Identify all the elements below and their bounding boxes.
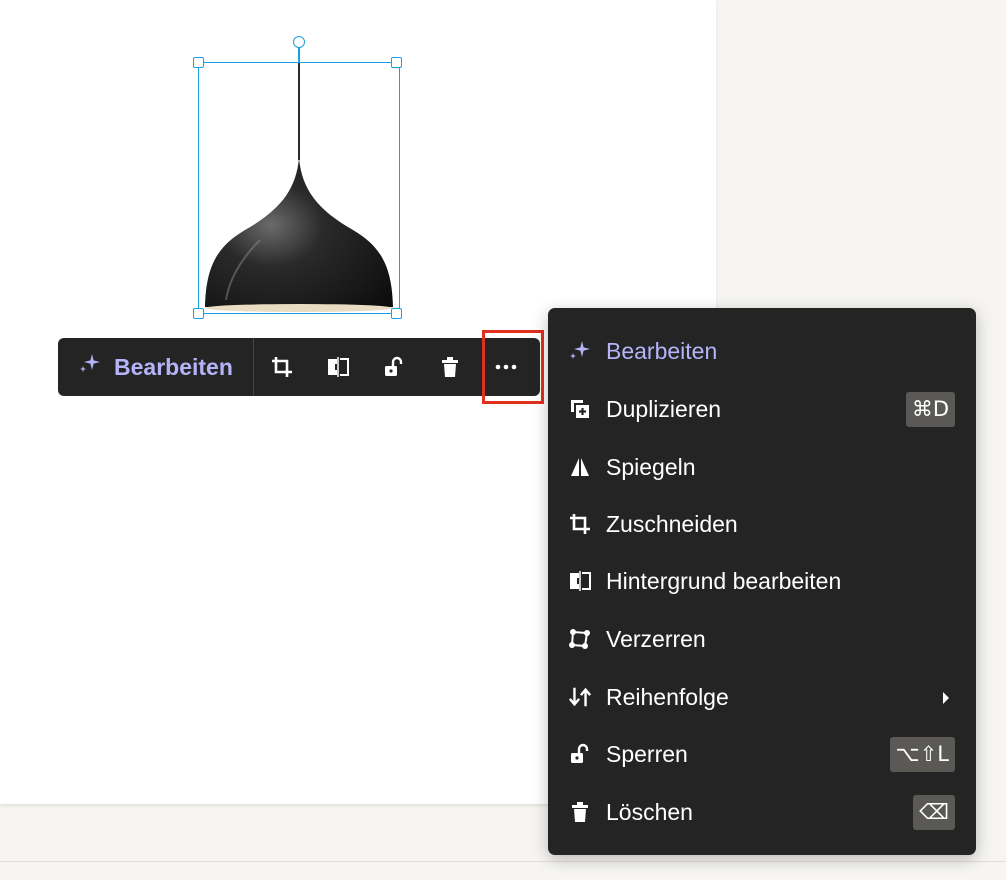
menu-item-order[interactable]: Reihenfolge (548, 675, 976, 719)
menu-item-label: Löschen (606, 798, 693, 825)
distort-icon (568, 627, 592, 651)
menu-item-label: Duplizieren (606, 395, 722, 422)
edit-button[interactable]: Bearbeiten (58, 338, 253, 396)
sparkle-icon (78, 352, 102, 382)
menu-item-delete[interactable]: Löschen ⌫ (548, 790, 976, 834)
menu-item-label: Reihenfolge (606, 683, 729, 710)
selection-box (198, 62, 400, 314)
menu-item-label: Spiegeln (606, 453, 696, 480)
flip-icon (568, 455, 592, 479)
order-icon (568, 685, 592, 709)
highlight-box (482, 330, 544, 404)
menu-item-crop[interactable]: Zuschneiden (548, 502, 976, 546)
lock-icon (568, 742, 592, 766)
crop-icon (271, 357, 292, 377)
remove-background-icon (568, 569, 592, 593)
remove-background-icon (327, 357, 349, 377)
menu-item-label: Sperren (606, 740, 688, 767)
rotate-handle[interactable] (293, 36, 305, 48)
divider (0, 861, 1006, 862)
trash-icon (568, 800, 592, 824)
lock-icon (384, 356, 403, 376)
duplicate-icon (568, 397, 592, 421)
menu-item-edit[interactable]: Bearbeiten (548, 329, 976, 373)
crop-button[interactable] (254, 338, 310, 396)
menu-item-duplicate[interactable]: Duplizieren ⌘D (548, 387, 976, 431)
context-menu: Bearbeiten Duplizieren ⌘D Spiegeln Zusch… (548, 308, 976, 855)
resize-handle-top-right[interactable] (391, 57, 402, 68)
shortcut-badge: ⌘D (905, 391, 955, 427)
resize-handle-bottom-left[interactable] (193, 308, 204, 319)
menu-item-distort[interactable]: Verzerren (548, 617, 976, 661)
lock-button[interactable] (366, 338, 422, 396)
menu-item-label: Zuschneiden (606, 510, 738, 537)
chevron-right-icon (942, 684, 950, 711)
menu-item-label: Hintergrund bearbeiten (606, 567, 842, 594)
menu-item-label: Bearbeiten (606, 337, 718, 364)
resize-handle-top-left[interactable] (193, 57, 204, 68)
menu-item-edit-background[interactable]: Hintergrund bearbeiten (548, 559, 976, 603)
menu-item-flip[interactable]: Spiegeln (548, 445, 976, 489)
edit-button-label: Bearbeiten (114, 353, 233, 380)
delete-button[interactable] (422, 338, 478, 396)
shortcut-badge: ⌥⇧L (889, 736, 955, 772)
crop-icon (568, 512, 592, 536)
remove-background-button[interactable] (310, 338, 366, 396)
trash-icon (441, 357, 458, 377)
menu-item-lock[interactable]: Sperren ⌥⇧L (548, 732, 976, 776)
resize-handle-bottom-right[interactable] (391, 308, 402, 319)
sparkle-icon (568, 339, 592, 363)
shortcut-badge: ⌫ (913, 794, 955, 830)
rotate-stem (298, 47, 300, 62)
image-toolbar: Bearbeiten (58, 338, 540, 396)
menu-item-label: Verzerren (606, 625, 706, 652)
